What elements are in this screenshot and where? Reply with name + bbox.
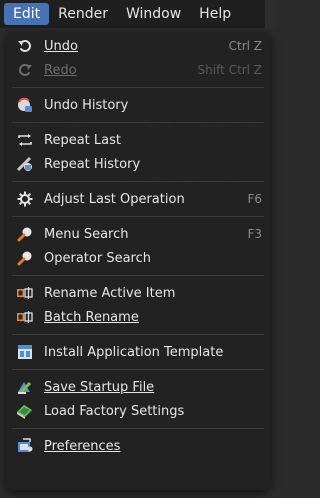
- undo-item[interactable]: Undo Ctrl Z: [6, 34, 270, 58]
- operator-search-label: Operator Search: [44, 250, 151, 266]
- separator: [12, 428, 264, 429]
- operator-search-item[interactable]: Operator Search: [6, 246, 270, 270]
- repeat-last-label: Repeat Last: [44, 132, 121, 148]
- rename-active-item[interactable]: Rename Active Item: [6, 281, 270, 305]
- workspace-tab-edge: [265, 0, 275, 28]
- undo-shortcut: Ctrl Z: [228, 39, 262, 53]
- repeat-history-item[interactable]: Repeat History: [6, 152, 270, 176]
- search-icon: [16, 249, 34, 267]
- batch-rename-icon: [16, 308, 34, 326]
- separator: [12, 87, 264, 88]
- menu-render[interactable]: Render: [49, 3, 117, 25]
- redo-icon: [16, 61, 34, 79]
- redo-label: Redo: [44, 62, 77, 78]
- undo-history-label: Undo History: [44, 97, 129, 113]
- top-menubar: Edit Render Window Help: [0, 0, 275, 28]
- undo-icon: [16, 37, 34, 55]
- separator: [12, 275, 264, 276]
- edit-menu-dropdown: Undo Ctrl Z Redo Shift Ctrl Z Undo Histo…: [6, 32, 270, 490]
- save-startup-file-item[interactable]: Save Startup File: [6, 375, 270, 399]
- menu-search-label: Menu Search: [44, 226, 129, 242]
- menu-edit[interactable]: Edit: [4, 3, 50, 25]
- preferences-item[interactable]: Preferences: [6, 434, 270, 458]
- separator: [12, 369, 264, 370]
- template-icon: [16, 343, 34, 361]
- menu-search-shortcut: F3: [247, 227, 262, 241]
- repeat-icon: [16, 131, 34, 149]
- adjust-last-operation-label: Adjust Last Operation: [44, 191, 185, 207]
- blender-window: Edit Render Window Help Object Mode Quic…: [0, 0, 275, 498]
- menu-search-item[interactable]: Menu Search F3: [6, 222, 270, 246]
- undo-history-item[interactable]: Undo History: [6, 93, 270, 117]
- save-startup-file-label: Save Startup File: [44, 379, 155, 395]
- menu-help[interactable]: Help: [190, 3, 240, 25]
- install-application-template-label: Install Application Template: [44, 344, 224, 360]
- separator: [12, 334, 264, 335]
- search-icon: [16, 225, 34, 243]
- load-factory-settings-label: Load Factory Settings: [44, 403, 185, 419]
- load-factory-icon: [16, 402, 34, 420]
- save-startup-icon: [16, 378, 34, 396]
- adjust-last-operation-item[interactable]: Adjust Last Operation F6: [6, 187, 270, 211]
- install-application-template-item[interactable]: Install Application Template: [6, 340, 270, 364]
- gear-icon: [16, 190, 34, 208]
- batch-rename-item[interactable]: Batch Rename: [6, 305, 270, 329]
- preferences-icon: [16, 437, 34, 455]
- repeat-history-label: Repeat History: [44, 156, 141, 172]
- menu-window[interactable]: Window: [117, 3, 190, 25]
- repeat-last-item[interactable]: Repeat Last: [6, 128, 270, 152]
- separator: [12, 122, 264, 123]
- redo-item[interactable]: Redo Shift Ctrl Z: [6, 58, 270, 82]
- batch-rename-label: Batch Rename: [44, 309, 139, 325]
- rename-active-item-label: Rename Active Item: [44, 285, 176, 301]
- separator: [12, 181, 264, 182]
- repeat-history-icon: [16, 155, 34, 173]
- rename-icon: [16, 284, 34, 302]
- adjust-last-operation-shortcut: F6: [247, 192, 262, 206]
- undo-history-icon: [16, 96, 34, 114]
- separator: [12, 216, 264, 217]
- load-factory-settings-item[interactable]: Load Factory Settings: [6, 399, 270, 423]
- preferences-label: Preferences: [44, 438, 121, 454]
- undo-label: Undo: [44, 38, 78, 54]
- redo-shortcut: Shift Ctrl Z: [197, 63, 262, 77]
